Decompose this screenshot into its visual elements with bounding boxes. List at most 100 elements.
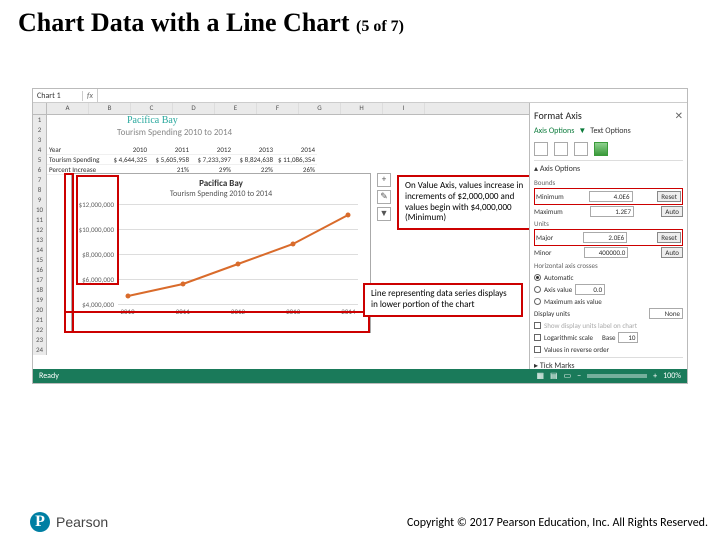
col-D[interactable]: D xyxy=(173,103,215,114)
cell: 2013 xyxy=(233,145,275,155)
col-I[interactable]: I xyxy=(383,103,425,114)
row-hdr[interactable]: 23 xyxy=(33,335,47,345)
min-input[interactable]: 4.0E6 xyxy=(589,191,633,202)
radio-axis-value[interactable] xyxy=(534,286,541,293)
cell: $ 5,605,958 xyxy=(149,155,191,165)
col-B[interactable]: B xyxy=(89,103,131,114)
major-input[interactable]: 2.0E6 xyxy=(583,232,627,243)
view-layout-icon[interactable]: ▤ xyxy=(550,371,558,381)
col-A[interactable]: A xyxy=(47,103,89,114)
radio-max-axis[interactable] xyxy=(534,298,541,305)
effects-icon[interactable] xyxy=(554,142,568,156)
minor-input[interactable]: 400000.0 xyxy=(584,247,628,258)
main-area: A B C D E F G H I 1 2 3 4 5 6 7 8 xyxy=(33,103,687,369)
row-hdr[interactable]: 1 xyxy=(33,115,47,125)
row-hdr[interactable]: 19 xyxy=(33,295,47,305)
view-break-icon[interactable]: ▭ xyxy=(564,371,572,381)
max-label: Maximum xyxy=(534,207,563,216)
status-ready: Ready xyxy=(39,371,59,381)
select-all-corner[interactable] xyxy=(33,103,47,114)
callout-axis: On Value Axis, values increase in increm… xyxy=(397,175,529,230)
pearson-logo: P Pearson xyxy=(30,512,108,532)
radio-automatic[interactable] xyxy=(534,274,541,281)
row-hdr[interactable]: 22 xyxy=(33,325,47,335)
size-icon[interactable] xyxy=(574,142,588,156)
cell: 2011 xyxy=(149,145,191,155)
plot-area: $12,000,000 $10,000,000 $8,000,000 $6,00… xyxy=(118,204,358,304)
status-bar: Ready ▦ ▤ ▭ − + 100% xyxy=(33,369,687,383)
max-input[interactable]: 1.2E7 xyxy=(590,206,634,217)
row-hdr[interactable]: 4 xyxy=(33,145,47,155)
cells-area[interactable]: Pacifica Bay Tourism Spending 2010 to 20… xyxy=(47,115,529,355)
axis-options-section[interactable]: ▴ Axis Options xyxy=(534,161,683,177)
bounds-label: Bounds xyxy=(534,177,683,188)
row-hdr[interactable]: 3 xyxy=(33,135,47,145)
zoom-out-button[interactable]: − xyxy=(577,371,581,381)
fill-line-icon[interactable] xyxy=(534,142,548,156)
log-scale-checkbox[interactable] xyxy=(534,334,541,341)
max-auto-button[interactable]: Auto xyxy=(661,206,683,217)
log-base-input[interactable]: 10 xyxy=(618,332,638,343)
row-hdr[interactable]: 24 xyxy=(33,345,47,355)
formula-bar-row: Chart 1 fx xyxy=(33,89,687,103)
slide-title-main: Chart Data with a Line Chart xyxy=(18,8,350,37)
text-options-tab[interactable]: Text Options xyxy=(590,126,631,136)
row-hdr[interactable]: 7 xyxy=(33,175,47,185)
display-units-select[interactable]: None xyxy=(649,308,683,319)
zoom-level[interactable]: 100% xyxy=(663,371,681,381)
cell: $ 4,644,325 xyxy=(107,155,149,165)
pearson-p-icon: P xyxy=(30,512,50,532)
row-hdr[interactable]: 16 xyxy=(33,265,47,275)
col-F[interactable]: F xyxy=(257,103,299,114)
row-hdr[interactable]: 8 xyxy=(33,185,47,195)
col-C[interactable]: C xyxy=(131,103,173,114)
fx-icon[interactable]: fx xyxy=(83,91,97,101)
col-H[interactable]: H xyxy=(341,103,383,114)
min-reset-button[interactable]: Reset xyxy=(657,191,681,202)
format-axis-pane: Format Axis ✕ Axis Options ▼ Text Option… xyxy=(529,103,687,369)
data-title: Pacifica Bay xyxy=(47,115,529,127)
cell: 2014 xyxy=(275,145,317,155)
row-hdr[interactable]: 10 xyxy=(33,205,47,215)
chart-float-buttons: + ✎ ▼ xyxy=(377,173,393,224)
cell: 2012 xyxy=(191,145,233,155)
formula-bar[interactable] xyxy=(97,89,687,102)
minor-auto-button[interactable]: Auto xyxy=(661,247,683,258)
display-units-label: Display units xyxy=(534,309,570,318)
line-series xyxy=(118,204,358,304)
row-hdr[interactable]: 18 xyxy=(33,285,47,295)
zoom-in-button[interactable]: + xyxy=(653,371,657,381)
close-icon[interactable]: ✕ xyxy=(675,109,683,122)
worksheet[interactable]: A B C D E F G H I 1 2 3 4 5 6 7 8 xyxy=(33,103,529,369)
row-hdr[interactable]: 13 xyxy=(33,235,47,245)
col-G[interactable]: G xyxy=(299,103,341,114)
row-hdr[interactable]: 20 xyxy=(33,305,47,315)
axis-value-input[interactable]: 0.0 xyxy=(575,284,605,295)
view-normal-icon[interactable]: ▦ xyxy=(536,371,544,381)
col-E[interactable]: E xyxy=(215,103,257,114)
show-label-checkbox[interactable] xyxy=(534,322,541,329)
row-hdr[interactable]: 2 xyxy=(33,125,47,135)
copyright: Copyright © 2017 Pearson Education, Inc.… xyxy=(407,516,708,530)
axis-options-icon[interactable] xyxy=(594,142,608,156)
reverse-checkbox[interactable] xyxy=(534,346,541,353)
ytick: $4,000,000 xyxy=(74,300,114,309)
row-hdr[interactable]: 21 xyxy=(33,315,47,325)
row-hdr[interactable]: 6 xyxy=(33,165,47,175)
chart-styles-button[interactable]: ✎ xyxy=(377,190,391,204)
units-label: Units xyxy=(534,218,683,229)
row-hdr[interactable]: 5 xyxy=(33,155,47,165)
major-reset-button[interactable]: Reset xyxy=(657,232,681,243)
axis-options-tab[interactable]: Axis Options xyxy=(534,126,574,136)
row-hdr[interactable]: 14 xyxy=(33,245,47,255)
row-hdr[interactable]: 9 xyxy=(33,195,47,205)
chart-elements-button[interactable]: + xyxy=(377,173,391,187)
row-hdr[interactable]: 11 xyxy=(33,215,47,225)
zoom-slider[interactable] xyxy=(587,374,647,378)
row-hdr[interactable]: 12 xyxy=(33,225,47,235)
name-box[interactable]: Chart 1 xyxy=(33,91,83,101)
row-hdr[interactable]: 17 xyxy=(33,275,47,285)
spending-label: Tourism Spending xyxy=(47,155,107,165)
row-hdr[interactable]: 15 xyxy=(33,255,47,265)
chart-filters-button[interactable]: ▼ xyxy=(377,207,391,221)
